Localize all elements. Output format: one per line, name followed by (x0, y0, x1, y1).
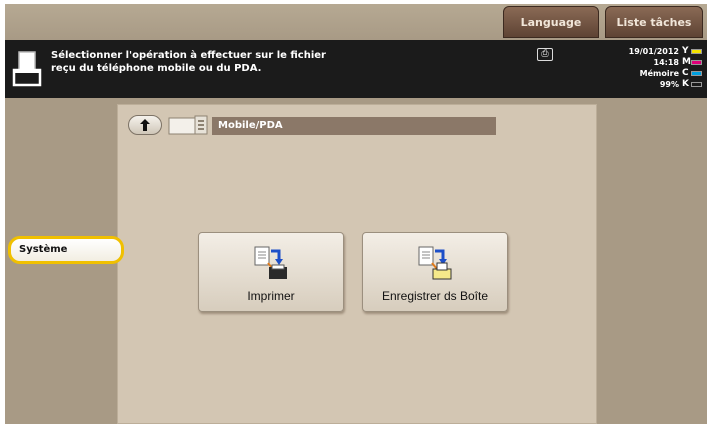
job-list-button[interactable]: Liste tâches (605, 6, 703, 38)
back-button[interactable] (128, 115, 162, 135)
save-to-box-button[interactable]: Enregistrer ds Boîte (362, 232, 508, 312)
language-button[interactable]: Language (503, 6, 599, 38)
toner-row-m: M (682, 57, 704, 68)
message-line-1: Sélectionner l'opération à effectuer sur… (51, 50, 326, 61)
toner-row-c: C (682, 68, 704, 79)
message-line-2: reçu du téléphone mobile ou du PDA. (51, 63, 262, 74)
breadcrumb-path: Mobile/PDA (212, 117, 496, 135)
box-folder-icon (168, 115, 208, 135)
status-memory-value: 99% (659, 80, 679, 89)
toner-row-k: K (682, 79, 704, 90)
main-panel: Mobile/PDA Imprimer Enregistrer ds Boîte (117, 104, 597, 424)
top-strip: Language Liste tâches (5, 4, 707, 40)
save-to-box-button-label: Enregistrer ds Boîte (381, 289, 489, 303)
sidebar-item-system[interactable]: Système (8, 236, 124, 264)
toner-row-y: Y (682, 46, 704, 57)
status-time: 14:18 (653, 58, 679, 67)
right-column (599, 98, 707, 424)
save-to-box-icon (418, 246, 452, 280)
toner-levels: Y M C K (682, 46, 704, 90)
document-tray-icon (12, 51, 42, 87)
print-button[interactable]: Imprimer (198, 232, 344, 312)
print-button-label: Imprimer (247, 289, 295, 303)
message-bar: Sélectionner l'opération à effectuer sur… (5, 40, 707, 98)
status-block: 19/01/2012 14:18 Mémoire 99% (595, 46, 679, 90)
connection-status-icon: ⎙ (537, 48, 553, 61)
message-text: Sélectionner l'opération à effectuer sur… (51, 49, 431, 75)
status-memory-label: Mémoire (639, 69, 679, 78)
up-arrow-icon (140, 119, 150, 131)
print-document-icon (254, 246, 287, 279)
sidebar-item-system-label: Système (19, 244, 68, 255)
status-date: 19/01/2012 (628, 47, 679, 56)
device-screen: Language Liste tâches Sélectionner l'opé… (5, 4, 707, 424)
